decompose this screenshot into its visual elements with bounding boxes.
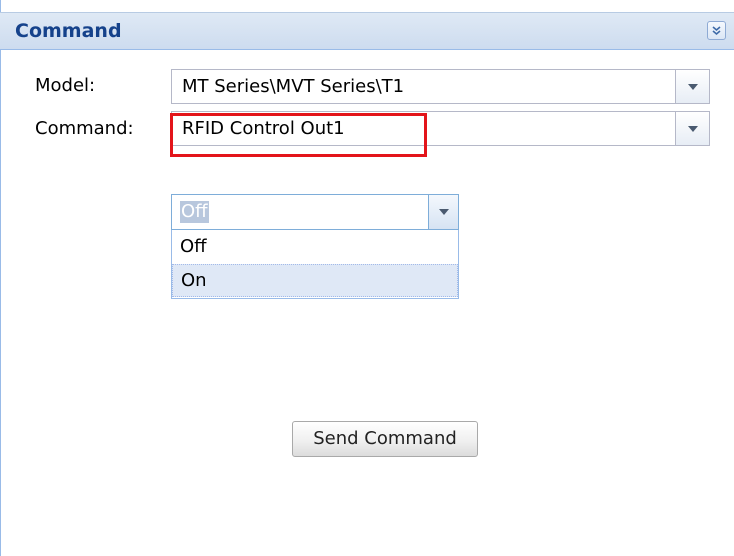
command-panel: Command Model: MT Series\MVT Series\T1 C… xyxy=(0,0,734,556)
chevron-down-icon xyxy=(688,125,698,132)
chevron-down-icon xyxy=(688,83,698,90)
panel-left-border xyxy=(0,0,1,556)
state-dropdown-list: Off On xyxy=(171,230,459,299)
panel-header: Command xyxy=(0,12,734,50)
state-select-trigger[interactable] xyxy=(428,195,458,229)
command-label: Command: xyxy=(35,118,134,139)
model-select[interactable]: MT Series\MVT Series\T1 xyxy=(171,69,710,104)
command-select-value: RFID Control Out1 xyxy=(182,118,345,139)
model-select-trigger[interactable] xyxy=(675,70,709,103)
command-select[interactable]: RFID Control Out1 xyxy=(171,111,710,146)
panel-title: Command xyxy=(15,20,122,42)
state-select-value: Off xyxy=(180,201,209,223)
double-chevron-down-icon xyxy=(712,26,721,36)
command-select-trigger[interactable] xyxy=(675,112,709,145)
send-command-button[interactable]: Send Command xyxy=(292,421,478,457)
state-option-off[interactable]: Off xyxy=(172,231,458,264)
collapse-button[interactable] xyxy=(707,21,726,40)
chevron-down-icon xyxy=(439,209,449,215)
model-select-value: MT Series\MVT Series\T1 xyxy=(182,76,405,97)
state-option-on[interactable]: On xyxy=(172,264,458,297)
state-select[interactable]: Off xyxy=(171,194,459,230)
model-label: Model: xyxy=(35,75,96,96)
